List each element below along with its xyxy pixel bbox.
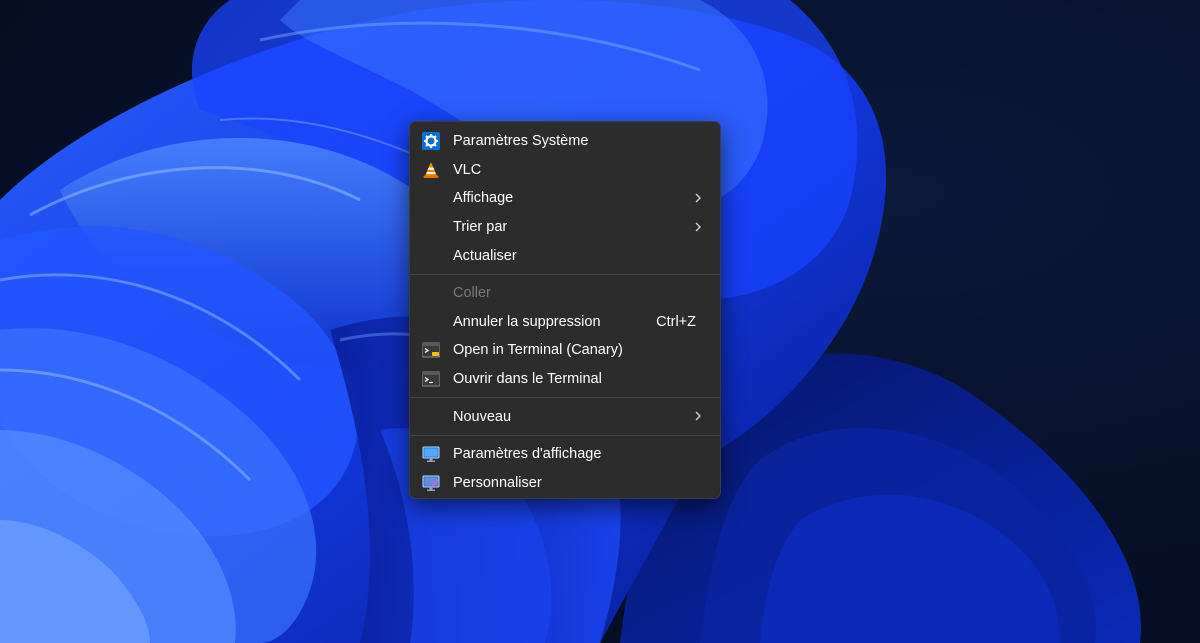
- menu-item-undo-delete[interactable]: Annuler la suppression Ctrl+Z: [414, 308, 716, 337]
- personalize-icon: [422, 474, 440, 492]
- chevron-right-icon: [695, 193, 701, 203]
- chevron-right-icon: [695, 222, 701, 232]
- menu-item-open-terminal-canary[interactable]: Open in Terminal (Canary): [414, 336, 716, 365]
- menu-item-label: Nouveau: [453, 408, 512, 425]
- menu-item-label: Actualiser: [453, 247, 517, 264]
- menu-separator: [410, 434, 720, 436]
- menu-item-label: Ouvrir dans le Terminal: [453, 371, 602, 388]
- menu-separator: [410, 397, 720, 399]
- desktop-context-menu: Paramètres Système VLC Affichage Trier p…: [409, 121, 721, 499]
- vlc-cone-icon: [422, 161, 440, 179]
- menu-item-label: Coller: [453, 285, 491, 302]
- menu-item-open-terminal[interactable]: Ouvrir dans le Terminal: [414, 365, 716, 394]
- desktop[interactable]: Paramètres Système VLC Affichage Trier p…: [0, 0, 1200, 643]
- menu-item-label: Annuler la suppression: [453, 313, 601, 330]
- menu-item-vlc[interactable]: VLC: [414, 156, 716, 185]
- menu-item-display-settings[interactable]: Paramètres d'affichage: [414, 440, 716, 469]
- menu-item-system-settings[interactable]: Paramètres Système: [414, 127, 716, 156]
- menu-item-personalize[interactable]: Personnaliser: [414, 469, 716, 498]
- menu-item-label: Affichage: [453, 190, 514, 207]
- menu-item-label: Personnaliser: [453, 474, 542, 491]
- menu-item-paste: Coller: [414, 279, 716, 308]
- menu-item-label: Paramètres d'affichage: [453, 446, 602, 463]
- menu-item-refresh[interactable]: Actualiser: [414, 241, 716, 270]
- menu-item-label: Paramètres Système: [453, 133, 589, 150]
- menu-separator: [410, 273, 720, 275]
- menu-item-label: Open in Terminal (Canary): [453, 342, 623, 359]
- menu-item-new[interactable]: Nouveau: [414, 402, 716, 431]
- menu-item-view[interactable]: Affichage: [414, 184, 716, 213]
- menu-item-sort-by[interactable]: Trier par: [414, 213, 716, 242]
- terminal-icon: [422, 370, 440, 388]
- terminal-canary-icon: [422, 341, 440, 359]
- chevron-right-icon: [695, 411, 701, 421]
- menu-item-label: VLC: [453, 161, 482, 178]
- menu-item-label: Trier par: [453, 219, 508, 236]
- shortcut-label: Ctrl+Z: [656, 313, 696, 330]
- settings-gear-icon: [422, 132, 440, 150]
- display-settings-icon: [422, 445, 440, 463]
